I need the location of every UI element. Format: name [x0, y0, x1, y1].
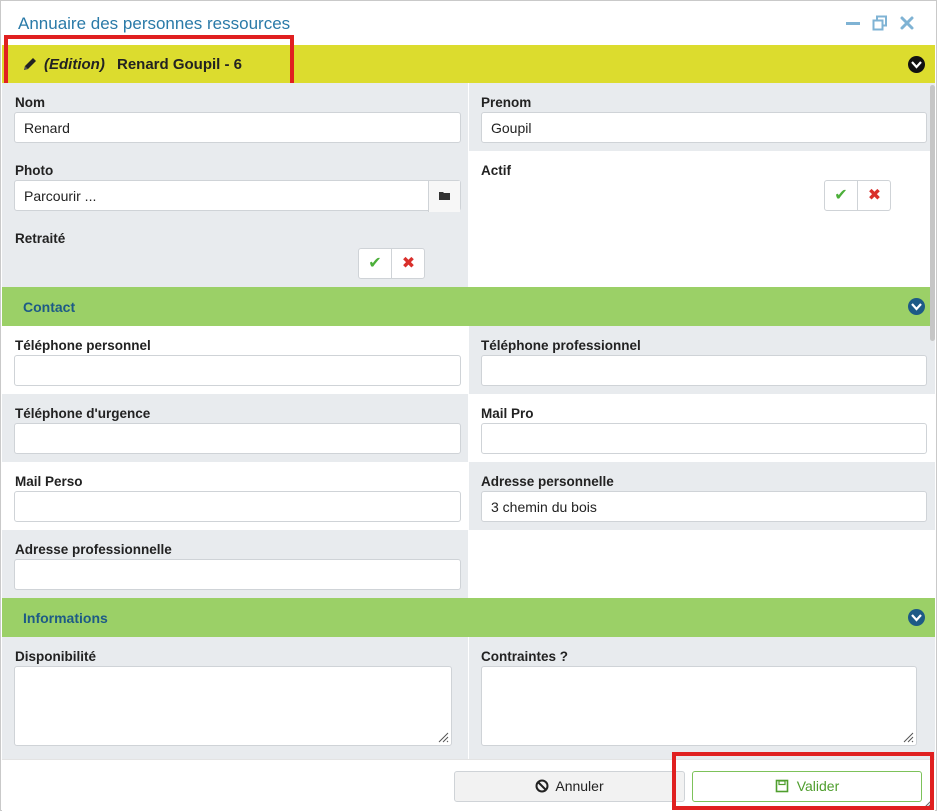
retraite-label: Retraité	[15, 231, 66, 246]
field-tel-pro: Téléphone professionnel	[469, 326, 935, 394]
adresse-perso-label: Adresse personnelle	[481, 474, 614, 489]
mail-perso-input[interactable]	[14, 491, 461, 522]
restore-icon[interactable]	[871, 15, 889, 33]
retraite-toggle[interactable]: ✔ ✖	[358, 248, 425, 279]
cross-icon[interactable]: ✖	[858, 181, 891, 210]
adresse-perso-input[interactable]: 3 chemin du bois	[481, 491, 927, 522]
chevron-down-icon[interactable]	[908, 56, 925, 73]
disponibilite-textarea[interactable]	[14, 666, 452, 746]
minimize-icon[interactable]	[844, 15, 862, 33]
window-title: Annuaire des personnes ressources	[18, 14, 291, 33]
prenom-input[interactable]: Goupil	[481, 112, 927, 143]
resize-grip-icon[interactable]	[902, 731, 914, 743]
tel-perso-input[interactable]	[14, 355, 461, 386]
field-nom: Nom Renard	[2, 83, 468, 151]
cancel-button[interactable]: Annuler	[454, 771, 685, 802]
prenom-label: Prenom	[481, 95, 532, 110]
field-adresse-pro: Adresse professionnelle	[2, 530, 468, 598]
dialog-window: Annuaire des personnes ressources (Editi…	[0, 0, 937, 811]
nom-label: Nom	[15, 95, 45, 110]
contraintes-label: Contraintes ?	[481, 649, 569, 664]
actif-toggle[interactable]: ✔ ✖	[824, 180, 891, 211]
tel-urgence-label: Téléphone d'urgence	[15, 406, 151, 421]
tel-pro-label: Téléphone professionnel	[481, 338, 641, 353]
photo-file-input[interactable]: Parcourir ...	[14, 180, 461, 212]
actif-label: Actif	[481, 163, 511, 178]
mail-perso-label: Mail Perso	[15, 474, 83, 489]
field-tel-perso: Téléphone personnel	[2, 326, 468, 394]
mail-pro-label: Mail Pro	[481, 406, 534, 421]
field-mail-pro: Mail Pro	[469, 394, 935, 462]
cross-icon[interactable]: ✖	[392, 249, 425, 278]
tel-perso-label: Téléphone personnel	[15, 338, 151, 353]
section-informations[interactable]: Informations	[2, 598, 935, 637]
field-prenom: Prenom Goupil	[469, 83, 935, 151]
contraintes-textarea[interactable]	[481, 666, 917, 746]
field-actif: Actif ✔ ✖	[469, 151, 935, 219]
chevron-down-icon[interactable]	[908, 298, 925, 315]
field-tel-urgence: Téléphone d'urgence	[2, 394, 468, 462]
adresse-pro-input[interactable]	[14, 559, 461, 590]
section-contact-title: Contact	[23, 299, 76, 315]
folder-icon[interactable]	[428, 181, 460, 212]
tel-urgence-input[interactable]	[14, 423, 461, 454]
close-icon[interactable]	[898, 15, 916, 33]
adresse-pro-label: Adresse professionnelle	[15, 542, 172, 557]
resize-grip-icon[interactable]	[437, 731, 449, 743]
nom-input[interactable]: Renard	[14, 112, 461, 143]
field-retraite: Retraité ✔ ✖	[2, 219, 468, 287]
empty-cell	[469, 219, 935, 287]
field-disponibilite: Disponibilité	[2, 637, 468, 759]
cancel-button-label: Annuler	[555, 778, 604, 794]
check-icon[interactable]: ✔	[825, 181, 858, 210]
empty-cell	[469, 530, 935, 598]
check-icon[interactable]: ✔	[359, 249, 392, 278]
disponibilite-label: Disponibilité	[15, 649, 96, 664]
highlight-box-valider	[672, 752, 934, 810]
scrollbar-thumb[interactable]	[930, 85, 935, 341]
highlight-box-edition	[4, 35, 294, 88]
field-contraintes: Contraintes ?	[469, 637, 935, 759]
field-photo: Photo Parcourir ...	[2, 151, 468, 219]
chevron-down-icon[interactable]	[908, 609, 925, 626]
photo-file-text: Parcourir ...	[24, 188, 97, 204]
tel-pro-input[interactable]	[481, 355, 927, 386]
section-informations-title: Informations	[23, 610, 108, 626]
section-contact[interactable]: Contact	[2, 287, 935, 326]
field-adresse-perso: Adresse personnelle 3 chemin du bois	[469, 462, 935, 530]
ban-icon	[535, 779, 549, 793]
photo-label: Photo	[15, 163, 54, 178]
field-mail-perso: Mail Perso	[2, 462, 468, 530]
mail-pro-input[interactable]	[481, 423, 927, 454]
